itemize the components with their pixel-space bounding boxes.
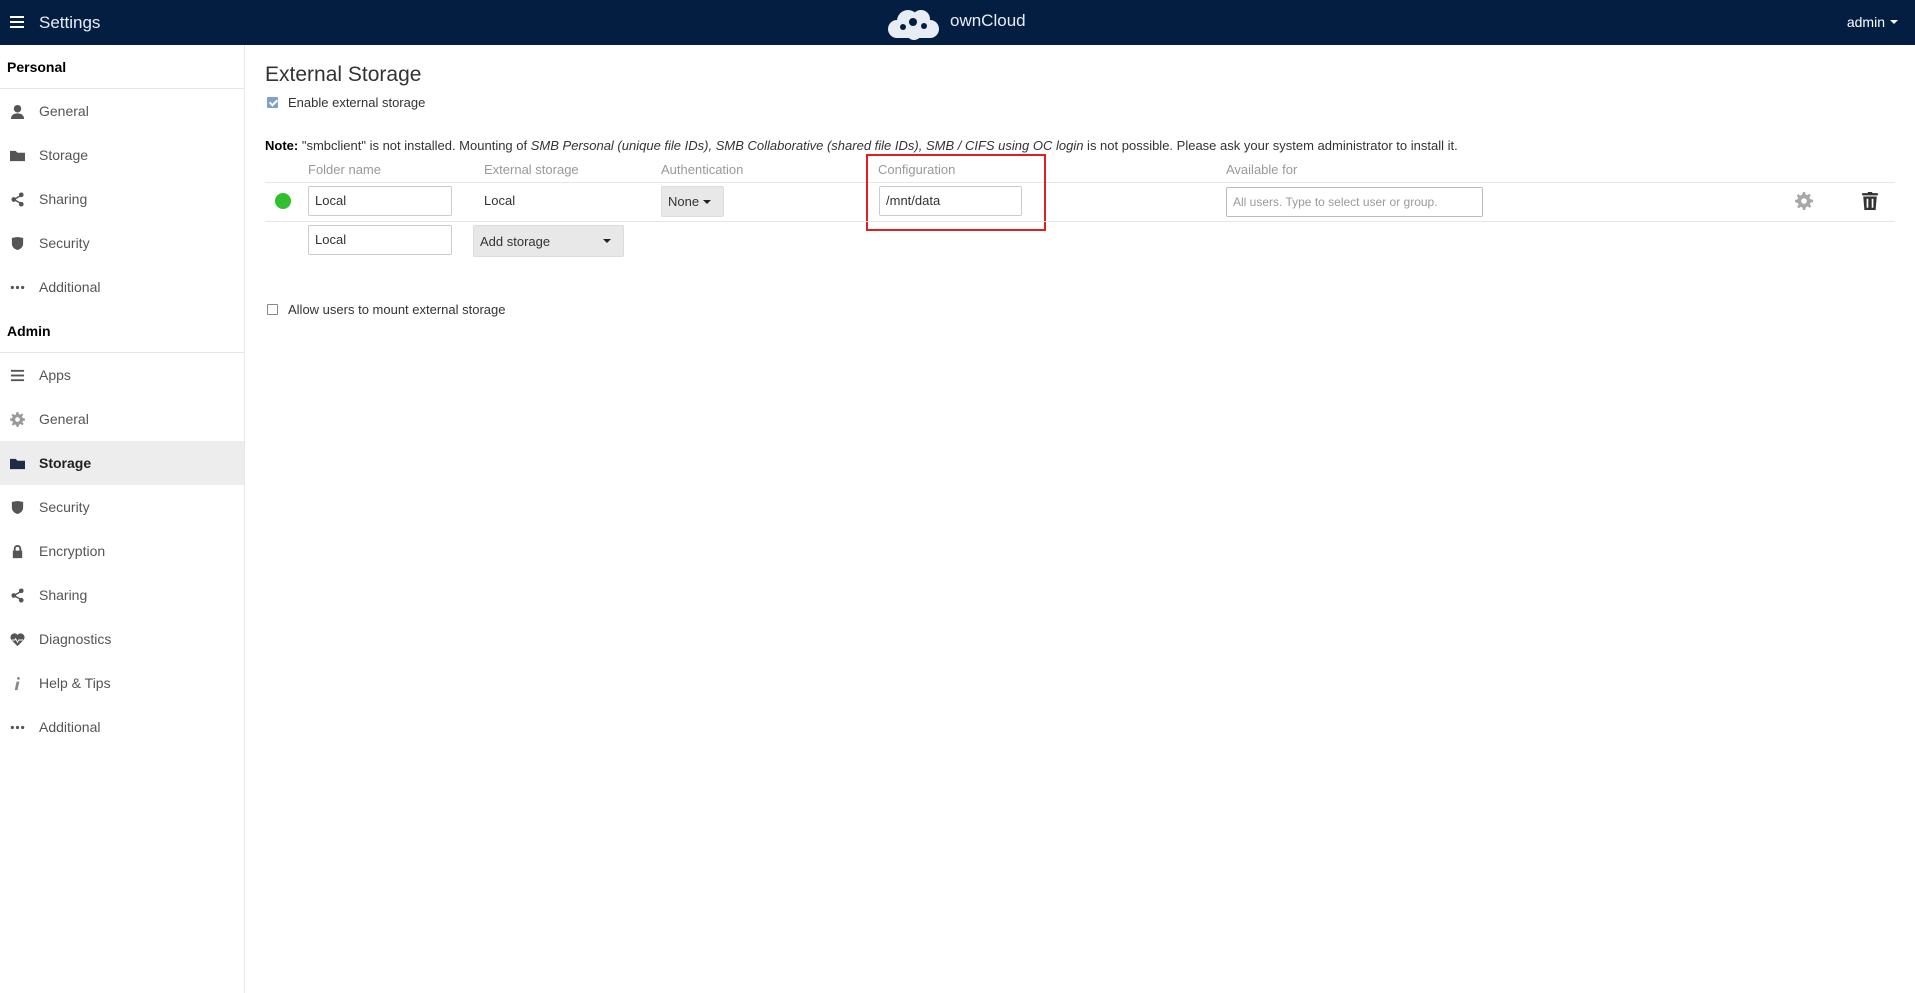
- sidebar-item-label: Encryption: [39, 543, 106, 559]
- folder-name-input[interactable]: Local: [308, 186, 452, 216]
- sidebar-item-personal-sharing[interactable]: Sharing: [0, 177, 244, 221]
- sidebar-item-personal-additional[interactable]: Additional: [0, 265, 244, 309]
- chevron-down-icon: [703, 199, 712, 204]
- note-label: Note:: [265, 138, 299, 153]
- table-header-divider: [265, 182, 1895, 183]
- add-storage-select[interactable]: Add storage: [473, 225, 624, 257]
- note-text-2: is not possible. Please ask your system …: [1083, 138, 1458, 153]
- user-icon: [10, 104, 25, 119]
- external-storage-type: Local: [484, 193, 516, 208]
- sidebar-item-apps[interactable]: Apps: [0, 353, 244, 397]
- sidebar-item-admin-additional[interactable]: Additional: [0, 705, 244, 749]
- allow-user-mounting-label: Allow users to mount external storage: [288, 302, 506, 317]
- share-icon: [10, 191, 25, 207]
- sidebar-item-diagnostics[interactable]: Diagnostics: [0, 617, 244, 661]
- enable-external-storage-label: Enable external storage: [288, 95, 426, 110]
- page-title: External Storage: [265, 63, 422, 86]
- sidebar-item-label: Apps: [39, 367, 71, 383]
- enable-external-storage-checkbox[interactable]: [267, 97, 278, 108]
- share-icon: [10, 587, 25, 603]
- settings-sidebar: Personal General Storage Sharing Securit…: [0, 45, 245, 993]
- authentication-select[interactable]: None: [661, 186, 724, 217]
- folder-icon: [10, 148, 25, 163]
- more-icon: [10, 720, 25, 735]
- sidebar-item-label: Storage: [39, 455, 92, 471]
- sidebar-item-personal-general[interactable]: General: [0, 89, 244, 133]
- chevron-down-icon: [603, 239, 611, 243]
- sidebar-item-personal-storage[interactable]: Storage: [0, 133, 244, 177]
- sidebar-item-label: Security: [39, 499, 90, 515]
- sidebar-item-label: Additional: [39, 719, 101, 735]
- new-folder-name-input[interactable]: Local: [308, 225, 452, 255]
- table-row-divider: [265, 221, 1895, 222]
- owncloud-logo-icon[interactable]: [883, 5, 945, 41]
- shield-icon: [10, 500, 25, 515]
- list-icon: [10, 368, 25, 383]
- section-title-personal: Personal: [0, 45, 244, 89]
- allow-user-mounting-checkbox[interactable]: [267, 304, 278, 315]
- add-storage-label: Add storage: [480, 233, 551, 249]
- available-for-input[interactable]: All users. Type to select user or group.: [1226, 187, 1483, 217]
- user-name: admin: [1846, 14, 1885, 30]
- authentication-value: None: [668, 194, 700, 209]
- hamburger-menu-icon[interactable]: [10, 14, 28, 30]
- note-text-italic: SMB Personal (unique file IDs), SMB Coll…: [530, 138, 1084, 153]
- sidebar-item-admin-sharing[interactable]: Sharing: [0, 573, 244, 617]
- folder-icon: [10, 456, 25, 471]
- delete-mount-trash-icon[interactable]: [1862, 192, 1878, 210]
- sidebar-item-label: General: [39, 411, 89, 427]
- sidebar-item-personal-security[interactable]: Security: [0, 221, 244, 265]
- column-header-authentication: Authentication: [661, 162, 744, 177]
- note-text-1: "smbclient" is not installed. Mounting o…: [298, 138, 531, 153]
- configuration-highlight-box: [866, 154, 1046, 231]
- sidebar-item-encryption[interactable]: Encryption: [0, 529, 244, 573]
- sidebar-item-admin-storage[interactable]: Storage: [0, 441, 244, 485]
- mount-options-gear-icon[interactable]: [1795, 192, 1813, 210]
- user-menu[interactable]: admin: [1847, 14, 1898, 30]
- sidebar-item-label: Storage: [39, 147, 89, 163]
- heartbeat-icon: [10, 632, 25, 647]
- sidebar-item-admin-security[interactable]: Security: [0, 485, 244, 529]
- allow-user-mounting-row[interactable]: Allow users to mount external storage: [267, 302, 506, 317]
- column-header-folder-name: Folder name: [308, 162, 381, 177]
- gear-icon: [10, 411, 25, 427]
- sidebar-item-admin-general[interactable]: General: [0, 397, 244, 441]
- top-header: Settings ownCloud admin: [0, 0, 1915, 45]
- sidebar-item-label: General: [39, 103, 89, 119]
- app-title: Settings: [39, 13, 101, 32]
- brand-name: ownCloud: [950, 11, 1026, 30]
- shield-icon: [10, 236, 25, 251]
- chevron-down-icon: [1890, 20, 1898, 24]
- sidebar-item-label: Help & Tips: [39, 675, 111, 691]
- sidebar-item-label: Additional: [39, 279, 101, 295]
- column-header-external-storage: External storage: [484, 162, 579, 177]
- section-title-admin: Admin: [0, 309, 244, 353]
- sidebar-item-label: Security: [39, 235, 90, 251]
- smbclient-note: Note: "smbclient" is not installed. Moun…: [265, 138, 1458, 153]
- sidebar-item-label: Diagnostics: [39, 631, 112, 647]
- sidebar-item-help[interactable]: Help & Tips: [0, 661, 244, 705]
- mount-status-indicator: [275, 193, 291, 209]
- info-icon: [10, 676, 25, 691]
- external-storage-panel: External Storage Enable external storage…: [265, 45, 1895, 993]
- more-icon: [10, 280, 25, 295]
- sidebar-item-label: Sharing: [39, 191, 88, 207]
- enable-external-storage-row[interactable]: Enable external storage: [267, 95, 425, 110]
- sidebar-item-label: Sharing: [39, 587, 88, 603]
- column-header-available-for: Available for: [1226, 162, 1298, 177]
- lock-icon: [10, 544, 25, 559]
